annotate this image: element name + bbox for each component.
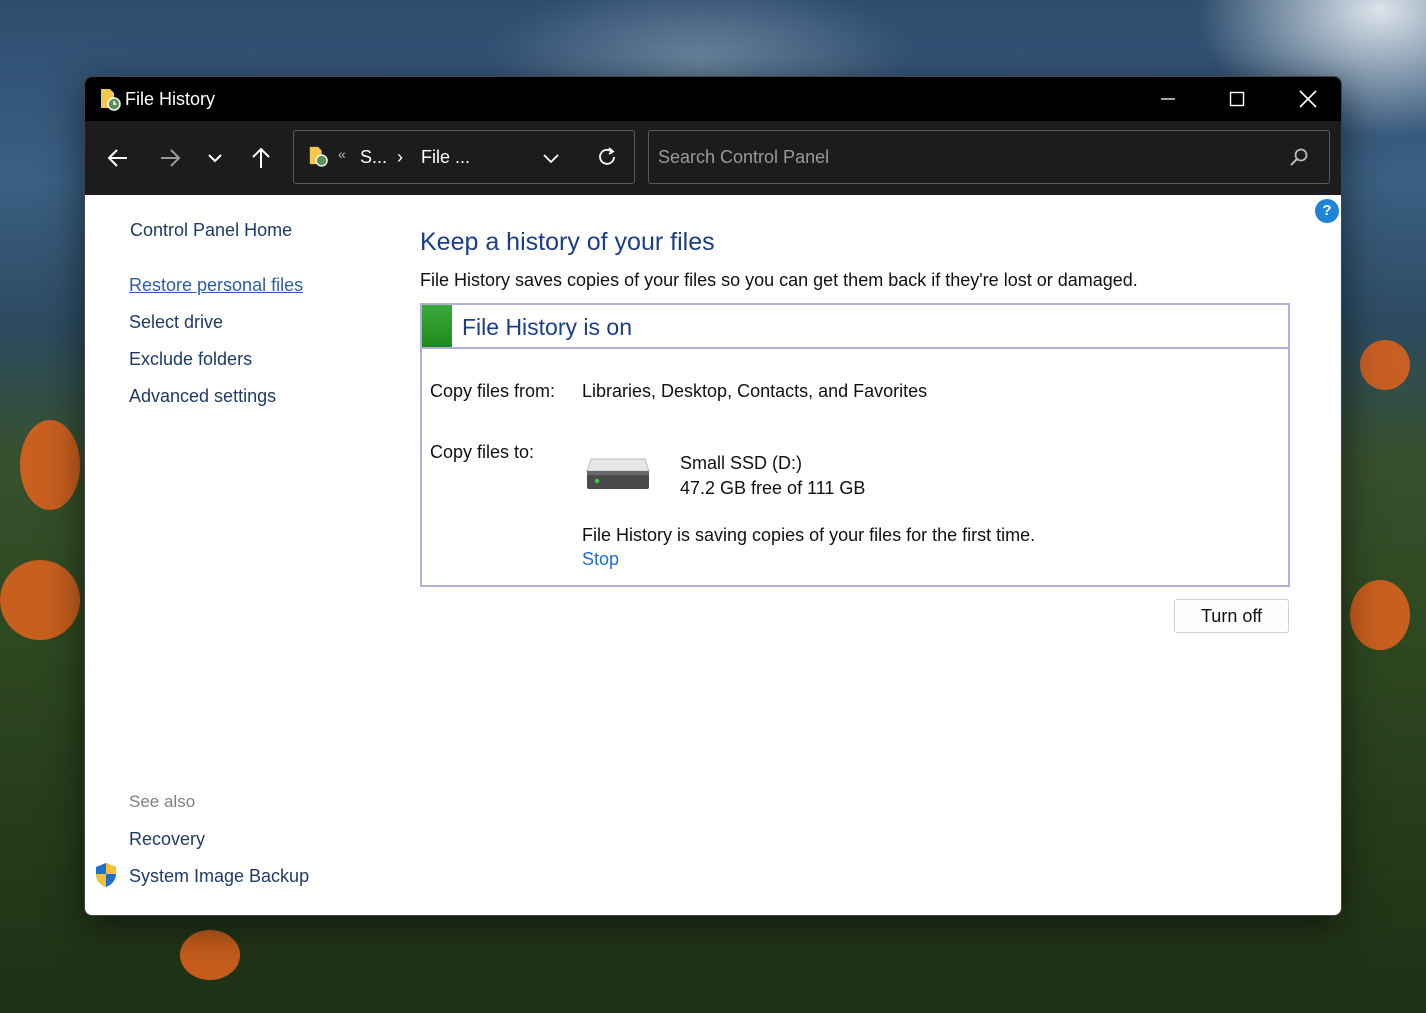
see-also-heading: See also xyxy=(129,792,196,811)
recent-locations-button[interactable] xyxy=(197,140,233,176)
breadcrumb-file-history[interactable]: File ... xyxy=(421,147,470,168)
minimize-icon xyxy=(1161,98,1175,100)
background-flower xyxy=(1360,340,1410,390)
breadcrumb-system-and-security[interactable]: S... xyxy=(360,147,387,168)
content-area: Control Panel Home Restore personal file… xyxy=(85,195,1341,915)
minimize-button[interactable] xyxy=(1133,77,1203,121)
sidebar-item-advanced-settings[interactable]: Advanced settings xyxy=(129,386,276,407)
help-icon[interactable]: ? xyxy=(1315,199,1339,223)
up-button[interactable] xyxy=(243,140,279,176)
navigation-toolbar: « S... › File ... xyxy=(85,121,1341,195)
chevron-down-icon xyxy=(543,154,559,164)
search-box[interactable] xyxy=(648,130,1330,184)
sidebar-item-exclude-folders[interactable]: Exclude folders xyxy=(129,349,252,370)
refresh-button[interactable] xyxy=(596,146,618,173)
address-dropdown-button[interactable] xyxy=(542,149,560,172)
status-header: File History is on xyxy=(422,305,1288,349)
search-icon[interactable] xyxy=(1289,147,1309,171)
file-history-icon xyxy=(308,145,328,172)
status-indicator xyxy=(422,305,452,347)
see-also-recovery-link[interactable]: Recovery xyxy=(129,829,205,850)
maximize-icon xyxy=(1229,91,1245,107)
sidebar-item-restore-personal-files[interactable]: Restore personal files xyxy=(129,275,303,296)
close-button[interactable] xyxy=(1273,77,1341,121)
forward-button[interactable] xyxy=(152,140,188,176)
address-bar[interactable]: « S... › File ... xyxy=(293,130,635,184)
page-title: Keep a history of your files xyxy=(420,228,715,256)
sidebar-item-select-drive[interactable]: Select drive xyxy=(129,312,223,333)
stop-link[interactable]: Stop xyxy=(582,549,619,570)
background-flower xyxy=(1350,580,1410,650)
page-description: File History saves copies of your files … xyxy=(420,270,1138,290)
copy-to-label: Copy files to: xyxy=(430,442,535,462)
background-flower xyxy=(0,560,80,640)
maximize-button[interactable] xyxy=(1202,77,1272,121)
drive-name: Small SSD (D:) xyxy=(680,453,803,473)
uac-shield-icon xyxy=(94,862,118,893)
title-bar[interactable]: File History xyxy=(85,77,1341,121)
window-title: File History xyxy=(125,89,216,109)
close-icon xyxy=(1299,90,1317,108)
copy-from-value: Libraries, Desktop, Contacts, and Favori… xyxy=(582,381,928,401)
breadcrumb-separator[interactable]: › xyxy=(397,147,403,168)
file-history-status-panel: File History is on Copy files from: Libr… xyxy=(420,303,1290,587)
drive-icon xyxy=(585,457,651,498)
drive-space: 47.2 GB free of 111 GB xyxy=(680,478,866,498)
background-flower xyxy=(20,420,80,510)
chevron-down-icon xyxy=(208,154,222,163)
arrow-right-icon xyxy=(161,149,181,167)
search-input[interactable] xyxy=(658,143,1258,171)
file-history-window: File History « S... › File ... Search Co… xyxy=(84,76,1342,916)
turn-off-button[interactable]: Turn off xyxy=(1174,599,1289,633)
status-text: File History is on xyxy=(462,314,632,340)
control-panel-home-link[interactable]: Control Panel Home xyxy=(130,220,292,241)
refresh-icon xyxy=(599,147,615,165)
arrow-up-icon xyxy=(252,147,270,168)
arrow-left-icon xyxy=(107,149,127,167)
background-flower xyxy=(180,930,240,980)
progress-message: File History is saving copies of your fi… xyxy=(582,525,1036,545)
see-also-system-image-backup-link[interactable]: System Image Backup xyxy=(129,866,309,887)
file-history-icon xyxy=(99,87,121,111)
back-button[interactable] xyxy=(100,140,136,176)
copy-from-label: Copy files from: xyxy=(430,381,556,401)
breadcrumb-overflow[interactable]: « xyxy=(338,146,346,162)
